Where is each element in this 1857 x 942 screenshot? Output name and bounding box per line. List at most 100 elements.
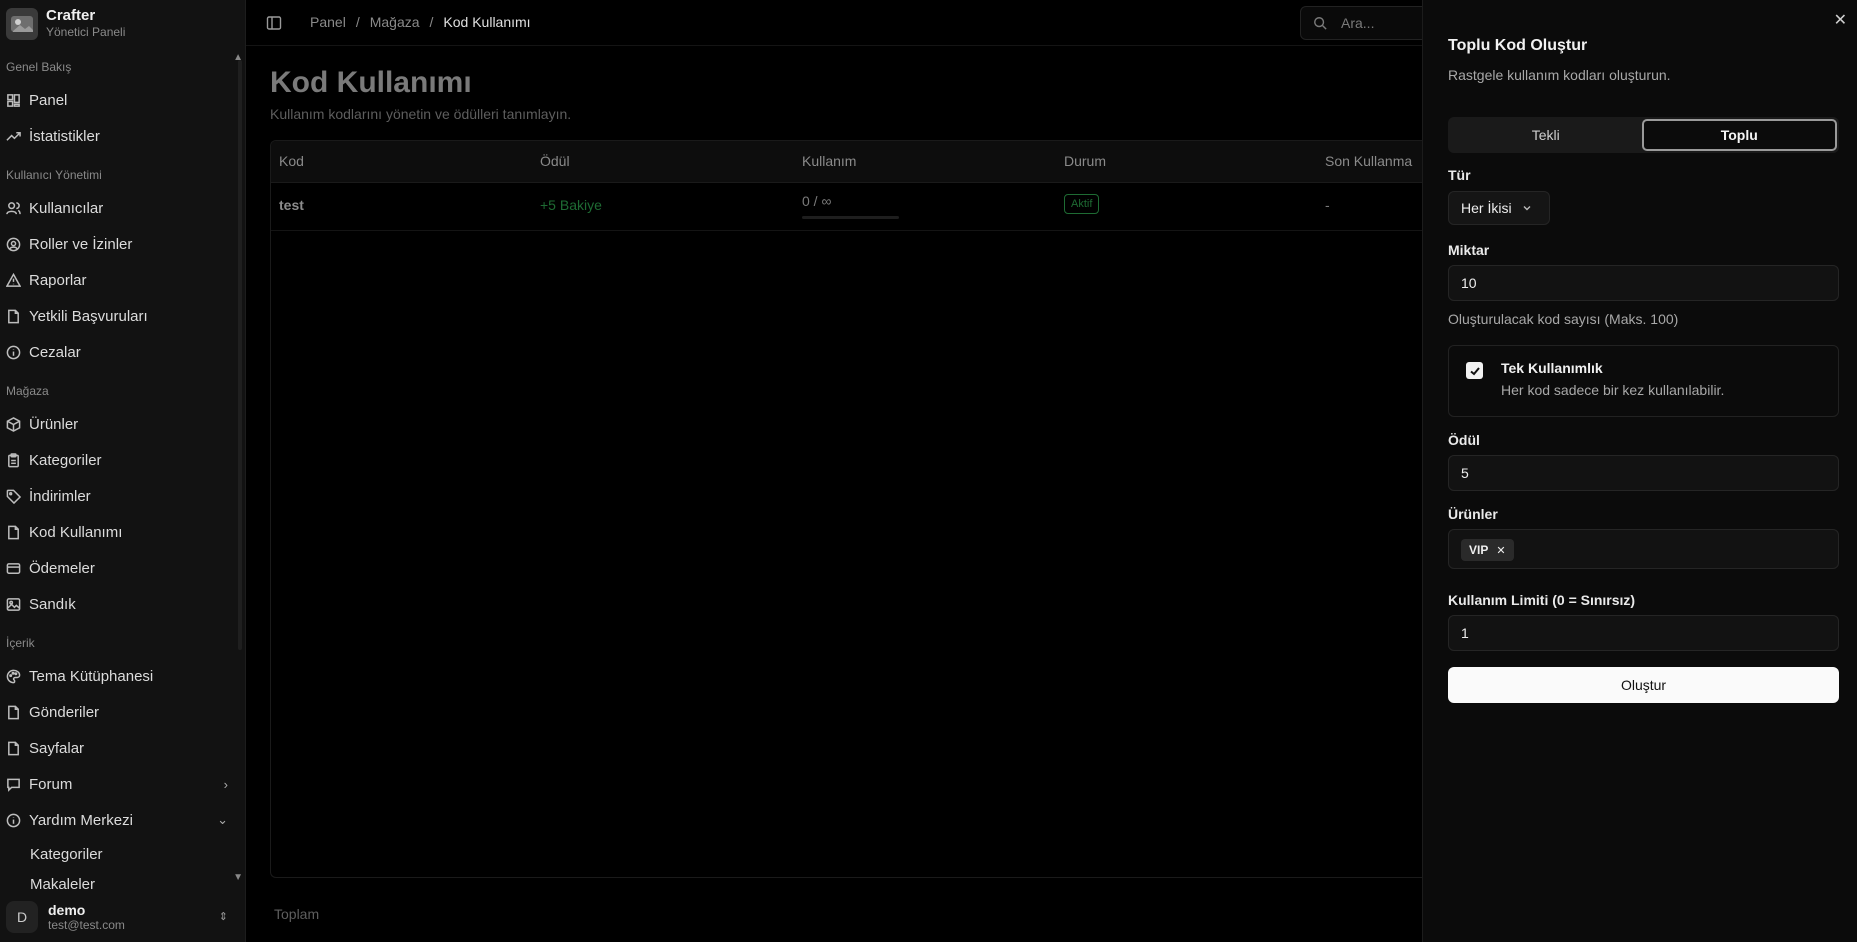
sidebar-item-pages[interactable]: Sayfalar: [6, 734, 228, 762]
breadcrumb-item-panel[interactable]: Panel: [310, 14, 346, 30]
search-input[interactable]: Ara...: [1300, 6, 1440, 40]
remove-tag-icon[interactable]: ✕: [1496, 544, 1505, 557]
sidebar-item-products[interactable]: Ürünler: [6, 410, 228, 438]
sidebar-item-label: Kod Kullanımı: [29, 523, 123, 541]
sidebar-scrollbar[interactable]: [238, 60, 242, 650]
page-title: Kod Kullanımı: [270, 66, 472, 99]
single-use-title: Tek Kullanımlık: [1501, 360, 1603, 376]
create-button[interactable]: Oluştur: [1448, 667, 1839, 703]
sidebar-item-redeem-codes[interactable]: Kod Kullanımı: [6, 518, 228, 546]
sidebar: Crafter Yönetici Paneli ▲ ▼ Genel Bakış …: [0, 0, 246, 942]
sidebar-item-forum[interactable]: Forum ›: [6, 770, 228, 798]
palette-icon: [6, 669, 21, 683]
mode-tabs: Tekli Toplu: [1448, 117, 1839, 153]
sidebar-item-label: Ürünler: [29, 415, 79, 433]
chevrons-up-down-icon: ⇕: [218, 911, 228, 923]
sidebar-nav: Genel Bakış Panel İstatistikler Kullanıc…: [0, 52, 238, 890]
sidebar-item-users[interactable]: Kullanıcılar: [6, 194, 228, 222]
breadcrumb-separator: /: [355, 14, 360, 30]
products-label: Ürünler: [1448, 506, 1498, 522]
single-use-option[interactable]: Tek Kullanımlık Her kod sadece bir kez k…: [1448, 345, 1839, 417]
amount-label: Miktar: [1448, 242, 1490, 258]
sidebar-item-reports[interactable]: Raporlar: [6, 266, 228, 294]
sidebar-item-roles[interactable]: Roller ve İzinler: [6, 230, 228, 258]
search-placeholder: Ara...: [1341, 15, 1375, 31]
close-icon[interactable]: ✕: [1834, 10, 1847, 30]
sidebar-item-label: Sandık: [29, 595, 76, 613]
amount-field[interactable]: 10: [1448, 265, 1839, 301]
amount-value: 10: [1461, 275, 1477, 291]
breadcrumb-item-store[interactable]: Mağaza: [370, 14, 420, 30]
sidebar-item-punishments[interactable]: Cezalar: [6, 338, 228, 366]
type-select-value: Her İkisi: [1461, 200, 1512, 216]
tab-bulk[interactable]: Toplu: [1641, 119, 1837, 151]
section-label-users: Kullanıcı Yönetimi: [6, 168, 102, 182]
table-footer-total: Toplam: [274, 906, 320, 922]
breadcrumb-current: Kod Kullanımı: [443, 14, 531, 30]
usage-limit-field[interactable]: 1: [1448, 615, 1839, 651]
chevron-down-icon: ⌄: [217, 812, 228, 827]
sidebar-item-label: İstatistikler: [29, 127, 100, 145]
section-label-store: Mağaza: [6, 384, 49, 398]
page-subtitle: Kullanım kodlarını yönetin ve ödülleri t…: [270, 106, 572, 122]
chevron-down-icon: [1523, 206, 1531, 211]
trending-up-icon: [6, 131, 21, 141]
warning-icon: [6, 272, 21, 287]
sidebar-item-label: Panel: [29, 91, 68, 109]
info-icon: [6, 345, 21, 359]
sidebar-item-label: Forum: [29, 775, 73, 793]
user-circle-icon: [6, 237, 21, 251]
cell-usage: 0 / ∞: [802, 193, 832, 209]
sidebar-item-label: Raporlar: [29, 271, 87, 289]
column-header-status[interactable]: Durum: [1064, 153, 1106, 169]
brand-name: Crafter: [46, 7, 96, 24]
sidebar-item-discounts[interactable]: İndirimler: [6, 482, 228, 510]
sidebar-item-themes[interactable]: Tema Kütüphanesi: [6, 662, 228, 690]
sidebar-subitem-articles[interactable]: Makaleler: [30, 876, 95, 890]
column-header-reward[interactable]: Ödül: [540, 153, 570, 169]
user-name: demo: [48, 902, 86, 918]
tag-icon: [6, 489, 21, 504]
reward-label: Ödül: [1448, 432, 1480, 448]
breadcrumb-separator: /: [429, 14, 434, 30]
sidebar-item-panel[interactable]: Panel: [6, 86, 228, 114]
sidebar-item-label: Yardım Merkezi: [29, 811, 133, 829]
single-use-checkbox[interactable]: [1466, 362, 1483, 379]
cell-expiry: -: [1325, 197, 1330, 213]
column-header-usage[interactable]: Kullanım: [802, 153, 856, 169]
usage-progress-bar: [802, 216, 899, 219]
sidebar-item-payments[interactable]: Ödemeler: [6, 554, 228, 582]
sidebar-item-help-center[interactable]: Yardım Merkezi ⌄: [6, 806, 228, 834]
sidebar-subitem-categories[interactable]: Kategoriler: [30, 846, 103, 863]
sidebar-item-label: Yetkili Başvuruları: [29, 307, 148, 325]
sidebar-item-applications[interactable]: Yetkili Başvuruları: [6, 302, 228, 330]
file-icon: [8, 705, 19, 719]
bulk-code-sheet: ✕ Toplu Kod Oluştur Rastgele kullanım ko…: [1422, 0, 1857, 942]
sidebar-toggle-icon[interactable]: [266, 15, 282, 31]
sidebar-item-crate[interactable]: Sandık: [6, 590, 228, 618]
users-icon: [6, 201, 21, 214]
sidebar-item-posts[interactable]: Gönderiler: [6, 698, 228, 726]
usage-limit-label: Kullanım Limiti (0 = Sınırsız): [1448, 592, 1636, 608]
brand[interactable]: Crafter Yönetici Paneli: [6, 6, 125, 42]
product-tag-label: VIP: [1469, 543, 1489, 557]
reward-field[interactable]: 5: [1448, 455, 1839, 491]
sidebar-item-label: Kategoriler: [29, 451, 102, 469]
credit-card-icon: [6, 562, 21, 574]
search-icon: [1314, 17, 1327, 30]
app: Crafter Yönetici Paneli ▲ ▼ Genel Bakış …: [0, 0, 1857, 942]
type-select[interactable]: Her İkisi: [1448, 191, 1550, 225]
column-header-expiry[interactable]: Son Kullanma: [1325, 153, 1412, 169]
topbar: Panel / Mağaza / Kod Kullanımı Ara...: [246, 0, 1440, 46]
section-label-overview: Genel Bakış: [6, 60, 72, 74]
sidebar-item-stats[interactable]: İstatistikler: [6, 122, 228, 150]
table-row[interactable]: test +5 Bakiye 0 / ∞ Aktif -: [271, 183, 1426, 231]
sidebar-item-categories[interactable]: Kategoriler: [6, 446, 228, 474]
brand-subtitle: Yönetici Paneli: [46, 25, 126, 39]
products-multiselect[interactable]: VIP ✕: [1448, 529, 1839, 569]
column-header-code[interactable]: Kod: [279, 153, 304, 169]
type-label: Tür: [1448, 167, 1471, 183]
tab-single[interactable]: Tekli: [1450, 119, 1642, 151]
brand-logo: [6, 8, 38, 40]
user-menu[interactable]: D demo test@test.com ⇕: [0, 892, 246, 942]
